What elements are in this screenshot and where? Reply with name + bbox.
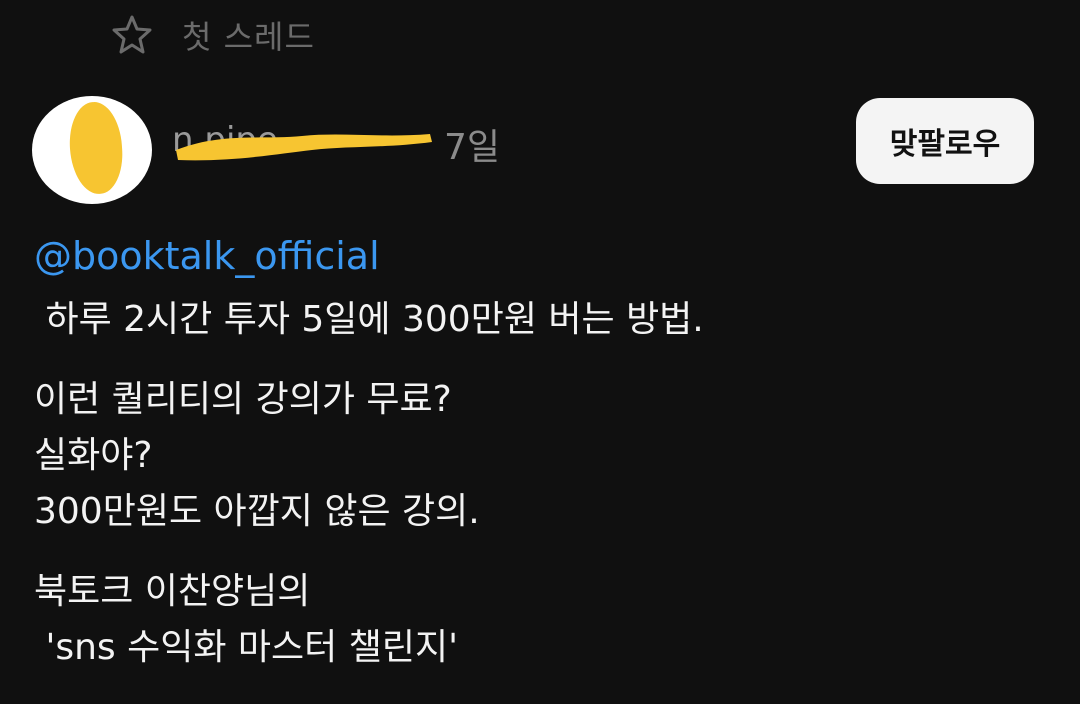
author-row: n pipe 7일 <box>172 112 512 172</box>
post-line: 북토크 이찬양님의 <box>34 571 311 612</box>
avatar-redaction <box>66 100 126 196</box>
post-line: 이런 퀄리티의 강의가 무료? <box>34 379 452 420</box>
avatar[interactable] <box>32 96 152 204</box>
thread-header: 첫 스레드 <box>110 10 315 60</box>
post-line: 'sns 수익화 마스터 챌린지' <box>34 627 458 668</box>
post-line: 300만원도 아깝지 않은 강의. <box>34 491 480 532</box>
post-body: 하루 2시간 투자 5일에 300만원 버는 방법. 이런 퀄리티의 강의가 무… <box>34 292 1044 676</box>
follow-back-button[interactable]: 맞팔로우 <box>856 98 1034 184</box>
thread-post-screen: 첫 스레드 n pipe 7일 맞팔로우 @booktalk_official … <box>0 0 1080 704</box>
mention-link[interactable]: @booktalk_official <box>34 234 380 278</box>
star-icon[interactable] <box>110 13 154 57</box>
redaction-mark <box>176 134 432 161</box>
post-age: 7일 <box>444 127 501 168</box>
post-line: 하루 2시간 투자 5일에 300만원 버는 방법. <box>34 299 704 340</box>
post-line: 실화야? <box>34 435 153 476</box>
thread-header-label: 첫 스레드 <box>182 18 315 56</box>
